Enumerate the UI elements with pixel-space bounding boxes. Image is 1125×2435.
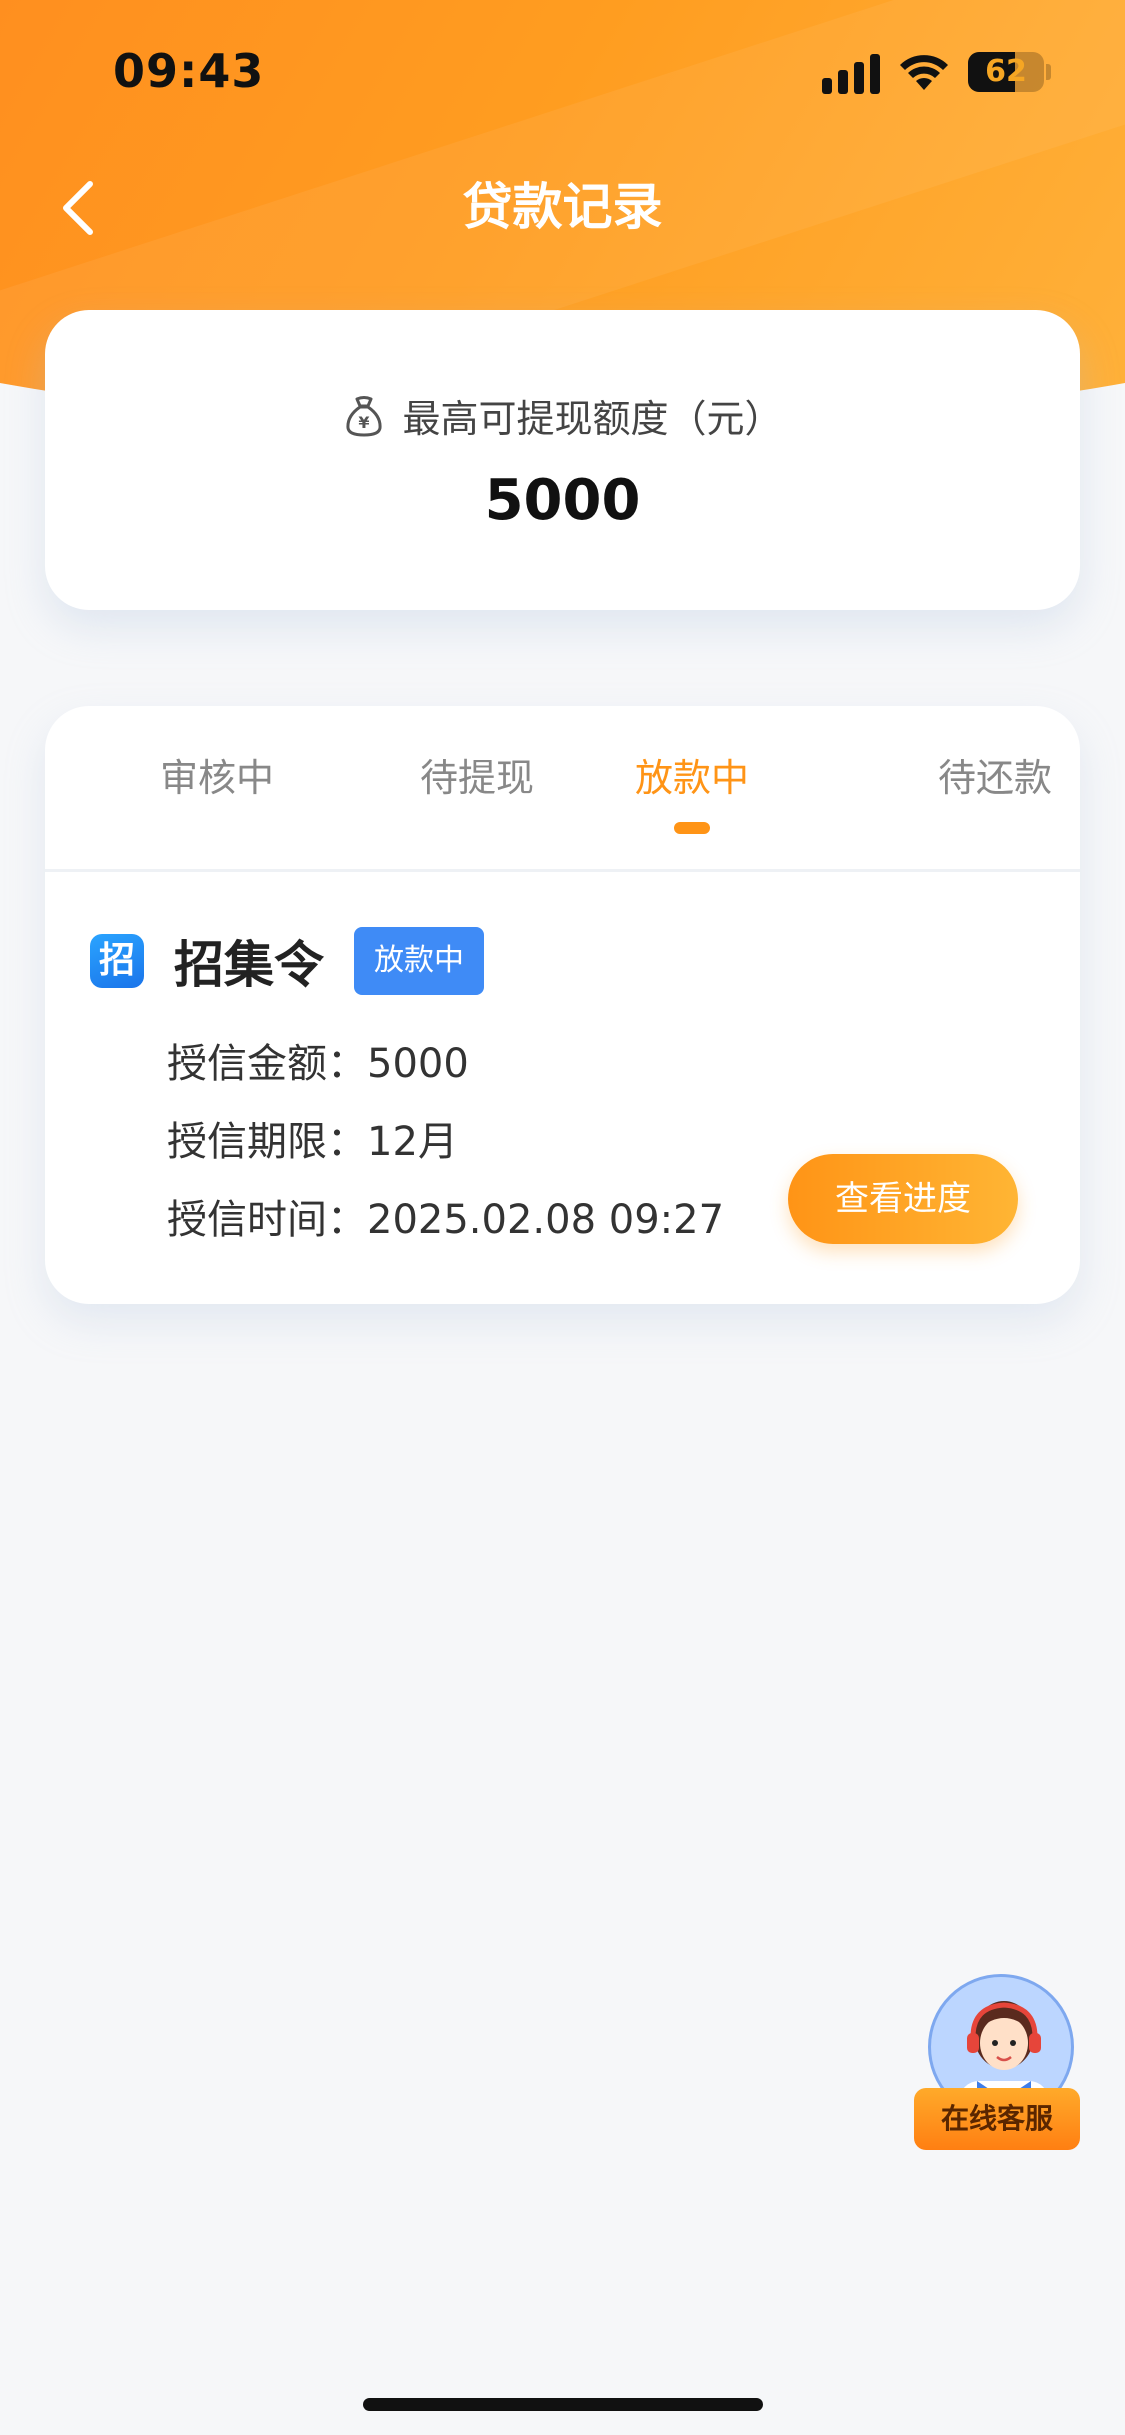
view-progress-button[interactable]: 查看进度 bbox=[788, 1154, 1018, 1244]
home-indicator[interactable] bbox=[363, 2398, 763, 2411]
status-badge: 放款中 bbox=[354, 927, 484, 995]
page: 09:43 62 贷款记录 ¥ 最高可提现额度（元） 5000 审核中 待提现 … bbox=[0, 0, 1125, 2435]
tab-pending-repayment[interactable]: 待还款 bbox=[895, 748, 1080, 808]
credit-time-value: 2025.02.08 09:27 bbox=[367, 1197, 725, 1243]
credit-time-row: 授信时间：2025.02.08 09:27 bbox=[167, 1192, 724, 1248]
battery-percent: 62 bbox=[985, 54, 1027, 89]
record-header: 招 招集令 放款中 bbox=[90, 926, 484, 996]
quota-label: 最高可提现额度（元） bbox=[402, 397, 783, 441]
money-bag-icon: ¥ bbox=[346, 395, 383, 436]
credit-amount-value: 5000 bbox=[367, 1041, 469, 1087]
brand-logo-icon: 招 bbox=[90, 934, 144, 988]
page-title: 贷款记录 bbox=[462, 178, 663, 236]
records-card: 审核中 待提现 放款中 待还款 招 招集令 放款中 授信金额：5000 授信期限… bbox=[45, 706, 1080, 1304]
quota-card: ¥ 最高可提现额度（元） 5000 bbox=[45, 310, 1080, 610]
active-tab-indicator bbox=[674, 822, 710, 834]
tab-reviewing[interactable]: 审核中 bbox=[117, 748, 317, 808]
battery-cap bbox=[1046, 64, 1051, 80]
tab-pending-withdraw[interactable]: 待提现 bbox=[377, 748, 577, 808]
quota-label-row: ¥ 最高可提现额度（元） bbox=[45, 388, 1080, 443]
battery-icon: 62 bbox=[968, 52, 1044, 92]
tab-disbursing[interactable]: 放款中 bbox=[592, 748, 792, 808]
status-bar: 09:43 62 bbox=[0, 0, 1125, 150]
status-time: 09:43 bbox=[113, 44, 265, 98]
customer-service-button[interactable]: 在线客服 bbox=[910, 1970, 1085, 2170]
credit-term-label: 授信期限： bbox=[167, 1119, 367, 1165]
credit-term-row: 授信期限：12月 bbox=[167, 1114, 458, 1170]
svg-text:¥: ¥ bbox=[359, 413, 370, 432]
quota-value: 5000 bbox=[484, 468, 641, 533]
status-tabs: 审核中 待提现 放款中 待还款 bbox=[45, 706, 1080, 872]
signal-icon bbox=[822, 54, 880, 94]
credit-time-label: 授信时间： bbox=[167, 1197, 367, 1243]
credit-amount-label: 授信金额： bbox=[167, 1041, 367, 1087]
customer-service-label: 在线客服 bbox=[914, 2088, 1080, 2150]
wifi-icon bbox=[900, 55, 948, 90]
credit-term-value: 12月 bbox=[367, 1119, 458, 1165]
record-title: 招集令 bbox=[174, 936, 324, 994]
credit-amount-row: 授信金额：5000 bbox=[167, 1036, 469, 1092]
